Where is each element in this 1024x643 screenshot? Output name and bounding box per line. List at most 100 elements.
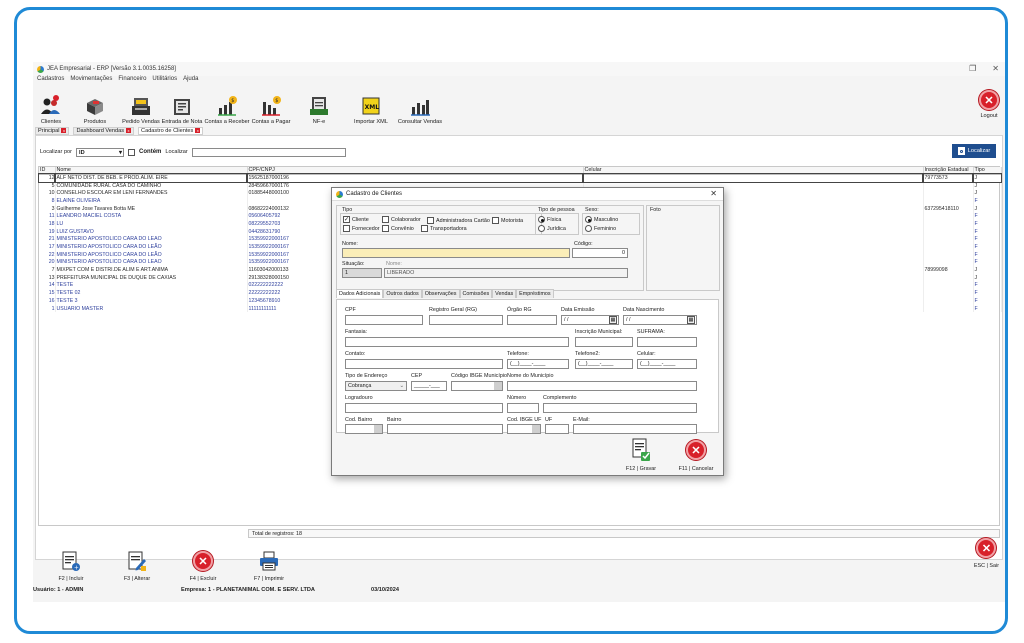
cep-input[interactable]: _____-___ [411, 381, 447, 391]
tab-outros-dados[interactable]: Outros dados [383, 289, 422, 298]
restore-icon[interactable]: ❐ [969, 64, 976, 73]
consultar-vendas-button[interactable]: Consultar Vendas [395, 87, 445, 125]
pessoa-juridica-radio[interactable] [538, 225, 545, 232]
tab-principal[interactable]: Principal x [35, 126, 70, 135]
nome-municipio-input[interactable] [507, 381, 697, 391]
complemento-input[interactable] [543, 403, 697, 413]
calendar-icon[interactable]: ▦ [687, 316, 695, 324]
tipo-convenio-option[interactable]: Convênio [382, 225, 414, 232]
data-nascimento-input[interactable]: / / [623, 315, 697, 325]
localizar-por-select[interactable]: ID [76, 147, 125, 157]
tipo-transportadora-option[interactable]: Transportadora [421, 225, 467, 232]
rg-input[interactable] [429, 315, 503, 325]
cell-id: 22 [39, 250, 56, 259]
pessoa-juridica-option[interactable]: Jurídica [538, 225, 566, 232]
table-row[interactable]: 12 ALF NETO DIST. DE BEB. E PROD.ALIM. EI… [38, 173, 1002, 183]
menu-movimentacoes[interactable]: Movimentações [70, 76, 112, 86]
tipo-cliente-checkbox[interactable] [343, 216, 350, 223]
sexo-feminino-radio[interactable] [585, 225, 592, 232]
uf-input[interactable] [545, 424, 569, 434]
localizar-button[interactable]: Localizar [952, 144, 996, 158]
tab-emprestimos[interactable]: Empréstimos [516, 289, 554, 298]
tab-close-icon[interactable]: x [126, 128, 132, 133]
email-input[interactable] [573, 424, 697, 434]
menu-ajuda[interactable]: Ajuda [183, 76, 198, 86]
tab-dados-adicionais[interactable]: Dados Adicionais [336, 289, 384, 298]
sair-button[interactable]: ✕ ESC | Sair [974, 538, 999, 569]
calendar-icon[interactable]: ▦ [609, 316, 617, 324]
close-window-icon[interactable]: ✕ [992, 64, 999, 73]
orgao-rg-input[interactable] [507, 315, 557, 325]
produtos-button[interactable]: Produtos [69, 87, 121, 125]
col-cpf-header[interactable]: CPF/CNPJ [247, 167, 584, 175]
menu-utilitarios[interactable]: Utilitários [152, 76, 177, 86]
contato-input[interactable] [345, 359, 503, 369]
telefone-input[interactable]: (__)____-____ [507, 359, 569, 369]
search-input[interactable] [191, 147, 346, 157]
tipo-colaborador-checkbox[interactable] [382, 216, 389, 223]
col-nome-header[interactable]: Nome [55, 167, 248, 175]
clientes-button[interactable]: Clientes [33, 87, 69, 125]
tab-comissoes[interactable]: Comissões [459, 289, 493, 298]
tipo-adm-cartao-option[interactable]: Administradora Cartão [427, 217, 490, 224]
inscricao-municipal-input[interactable] [575, 337, 633, 347]
nfe-button[interactable]: NF-e [291, 87, 347, 125]
sexo-feminino-option[interactable]: Feminino [585, 225, 616, 232]
lookup-icon[interactable] [374, 425, 382, 433]
logradouro-input[interactable] [345, 403, 503, 413]
sexo-masculino-radio[interactable] [585, 216, 592, 223]
imprimir-button[interactable]: F7 | Imprimir [243, 550, 295, 582]
alterar-button[interactable]: F3 | Alterar [111, 550, 163, 582]
tipo-fornecedor-checkbox[interactable] [343, 225, 350, 232]
tab-close-icon[interactable]: x [195, 128, 201, 133]
entrada-nota-button[interactable]: Entrada de Nota [161, 87, 203, 125]
excluir-button[interactable]: ✕ F4 | Excluir [177, 550, 229, 582]
menu-financeiro[interactable]: Financeiro [118, 76, 146, 86]
importar-xml-button[interactable]: XML Importar XML [347, 87, 395, 125]
cpf-input[interactable] [345, 315, 423, 325]
celular-input[interactable]: (__)____-____ [637, 359, 697, 369]
tipo-fornecedor-option[interactable]: Fornecedor [343, 225, 380, 232]
pessoa-fisica-radio[interactable] [538, 216, 545, 223]
menu-cadastros[interactable]: Cadastros [37, 76, 64, 86]
codigo-input[interactable]: 0 [572, 248, 628, 258]
contas-pagar-button[interactable]: $ Contas a Pagar [251, 87, 291, 125]
col-tipo-header[interactable]: Tipo [973, 167, 1002, 175]
fantasia-input[interactable] [345, 337, 569, 347]
foto-box[interactable] [646, 205, 720, 291]
tipo-cliente-option[interactable]: Cliente [343, 216, 369, 223]
tipo-adm-cartao-checkbox[interactable] [427, 217, 434, 224]
tab-dashboard-vendas[interactable]: Dashboard Vendas x [73, 126, 135, 135]
col-id-header[interactable]: ID [39, 167, 56, 175]
logout-button[interactable]: ✕ Logout [979, 90, 999, 119]
tipo-colaborador-option[interactable]: Colaborador [382, 216, 421, 223]
pessoa-fisica-option[interactable]: Física [538, 216, 561, 223]
telefone2-input[interactable]: (__)____-____ [575, 359, 633, 369]
col-ie-header[interactable]: Inscrição Estadual [923, 167, 974, 175]
pedido-vendas-button[interactable]: Pedido Vendas [121, 87, 161, 125]
situacao-code-input[interactable]: 1 [342, 268, 382, 278]
bairro-input[interactable] [387, 424, 503, 434]
lookup-icon[interactable] [494, 382, 502, 390]
nome-input[interactable] [342, 248, 570, 258]
tab-vendas[interactable]: Vendas [492, 289, 517, 298]
tipo-convenio-checkbox[interactable] [382, 225, 389, 232]
contas-receber-button[interactable]: $ Contas a Receber [203, 87, 251, 125]
tipo-transportadora-checkbox[interactable] [421, 225, 428, 232]
tab-observacoes[interactable]: Observações [421, 289, 460, 298]
dialog-close-icon[interactable]: ✕ [710, 189, 717, 198]
tipo-motorista-checkbox[interactable] [492, 217, 499, 224]
tab-close-icon[interactable]: x [61, 128, 67, 133]
incluir-button[interactable]: + F2 | Incluir [45, 550, 97, 582]
tipo-endereco-select[interactable]: Cobrança ⌄ [345, 381, 407, 391]
lookup-icon[interactable] [532, 425, 540, 433]
tab-cadastro-clientes[interactable]: Cadastro de Clientes x [138, 126, 204, 135]
tipo-motorista-option[interactable]: Motorista [492, 217, 523, 224]
suframa-input[interactable] [637, 337, 697, 347]
sexo-masculino-option[interactable]: Masculino [585, 216, 618, 223]
numero-input[interactable] [507, 403, 539, 413]
col-celular-header[interactable]: Celular [583, 167, 924, 175]
cancelar-button[interactable]: ✕ F11 | Cancelar [676, 438, 716, 472]
contem-checkbox[interactable] [128, 148, 136, 156]
gravar-button[interactable]: F12 | Gravar [622, 438, 660, 472]
